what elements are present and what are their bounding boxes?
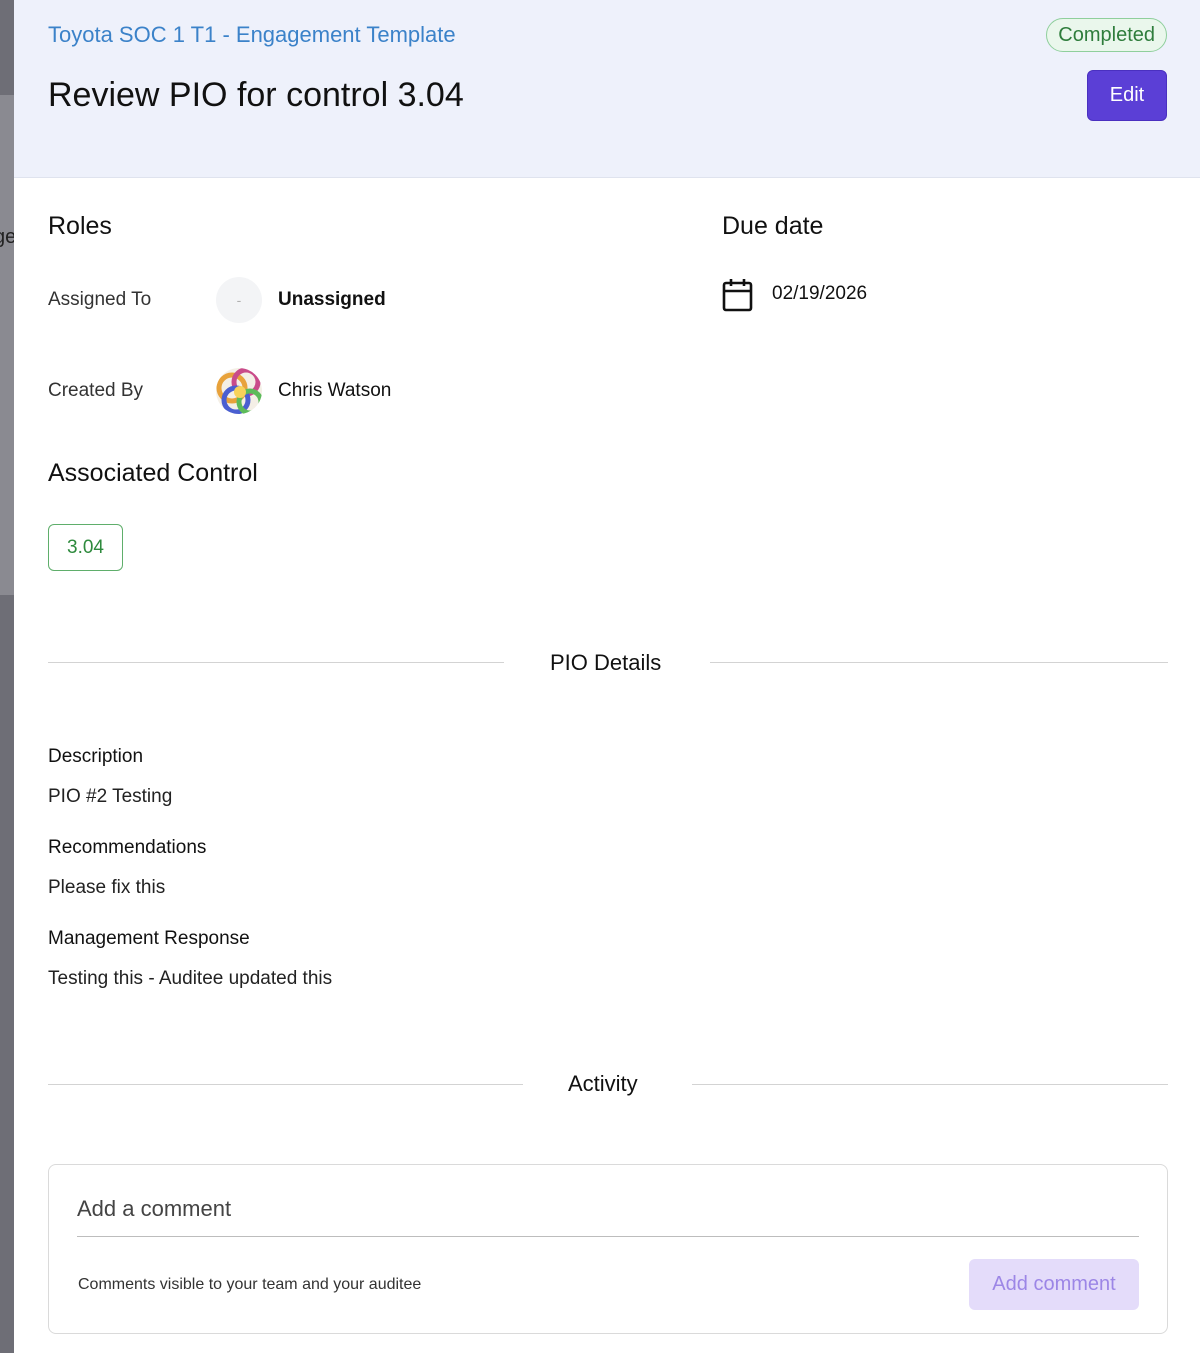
- description-label: Description: [48, 746, 144, 767]
- management-response-value: Testing this - Auditee updated this: [48, 968, 333, 989]
- assigned-to-label: Assigned To: [48, 289, 152, 310]
- page-title: Review PIO for control 3.04: [48, 76, 464, 114]
- task-detail-panel: Toyota SOC 1 T1 - Engagement Template Re…: [14, 0, 1200, 1353]
- recommendations-label: Recommendations: [48, 837, 207, 858]
- due-date-heading: Due date: [722, 212, 824, 240]
- management-response-label: Management Response: [48, 928, 250, 949]
- description-value: PIO #2 Testing: [48, 786, 173, 807]
- comment-box: Comments visible to your team and your a…: [48, 1164, 1168, 1334]
- creator-avatar: [216, 368, 262, 414]
- recommendations-value: Please fix this: [48, 877, 166, 898]
- activity-divider-left: [48, 1084, 523, 1085]
- created-by-label: Created By: [48, 380, 144, 401]
- associated-control-heading: Associated Control: [48, 459, 258, 487]
- status-badge: Completed: [1046, 18, 1167, 52]
- comment-input[interactable]: [77, 1181, 1139, 1237]
- calendar-icon[interactable]: [722, 278, 754, 312]
- panel-header: Toyota SOC 1 T1 - Engagement Template Re…: [14, 0, 1200, 178]
- add-comment-button[interactable]: Add comment: [969, 1259, 1139, 1310]
- background-page-region: [0, 95, 14, 595]
- assigned-to-value[interactable]: Unassigned: [278, 289, 386, 311]
- pio-details-divider-left: [48, 662, 504, 663]
- activity-heading: Activity: [568, 1071, 638, 1096]
- background-page-edge: ge: [0, 0, 16, 1353]
- created-by-value: Chris Watson: [278, 380, 392, 401]
- edit-button[interactable]: Edit: [1087, 70, 1167, 121]
- due-date-value[interactable]: 02/19/2026: [772, 283, 867, 305]
- associated-control-chip[interactable]: 3.04: [48, 524, 123, 571]
- pio-details-heading: PIO Details: [550, 650, 662, 675]
- roles-heading: Roles: [48, 212, 112, 240]
- comment-visibility-hint: Comments visible to your team and your a…: [78, 1276, 422, 1293]
- breadcrumb-engagement-link[interactable]: Toyota SOC 1 T1 - Engagement Template: [48, 22, 456, 48]
- pio-details-divider-right: [710, 662, 1168, 663]
- assignee-avatar-placeholder[interactable]: -: [216, 277, 262, 323]
- activity-divider-right: [692, 1084, 1168, 1085]
